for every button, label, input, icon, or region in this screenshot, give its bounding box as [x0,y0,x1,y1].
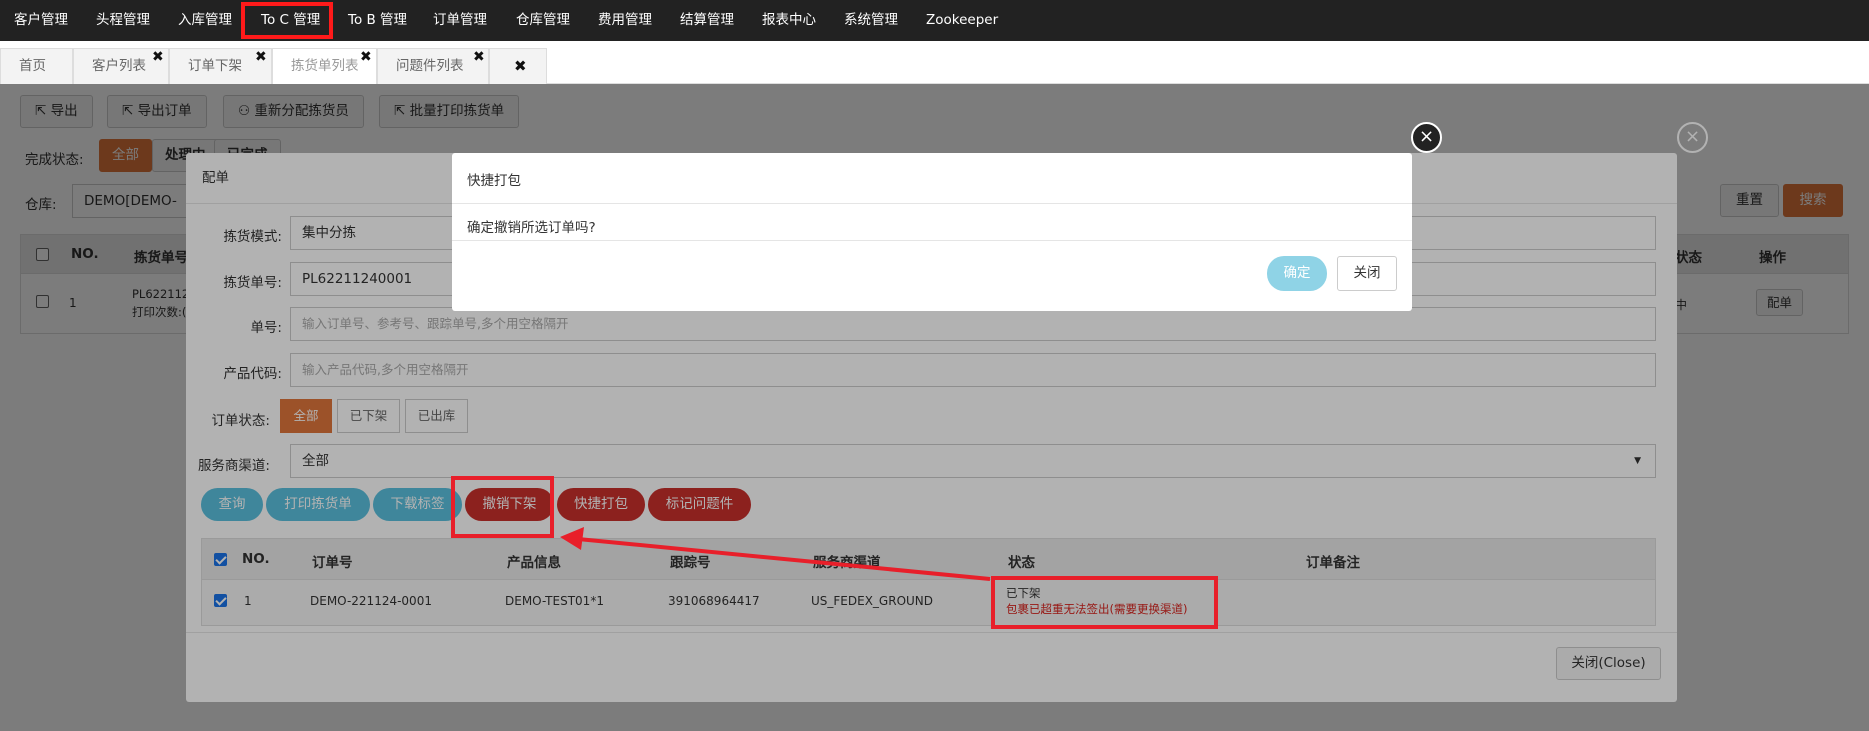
arrow-line [577,537,991,581]
annotation-arrow [560,527,991,581]
arrow-head [560,527,584,550]
